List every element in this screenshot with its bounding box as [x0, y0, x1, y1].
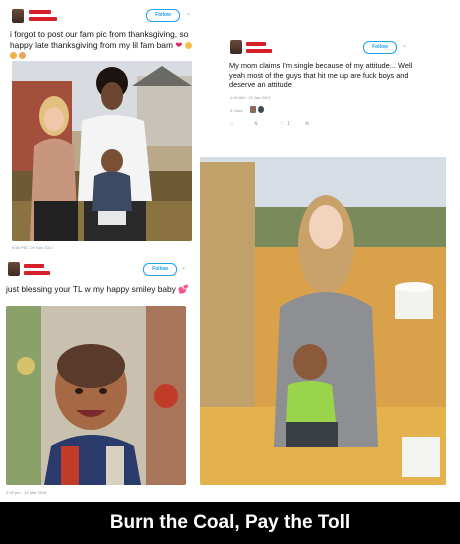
tweet-body: i forgot to post our fam pic from thanks…: [10, 29, 189, 50]
tweet-timestamp[interactable]: 5:56 PM - 29 Nov 2017: [12, 245, 53, 250]
chevron-down-icon[interactable]: ⌄: [181, 264, 186, 272]
redacted-username: [24, 271, 50, 275]
avatar[interactable]: [8, 262, 20, 276]
tweet-text: just blessing your TL w my happy smiley …: [6, 284, 192, 295]
reply-icon[interactable]: ○: [230, 121, 233, 127]
redacted-username: [246, 49, 272, 53]
emoji-icon: [19, 52, 27, 60]
follow-button[interactable]: Follow: [143, 263, 177, 276]
tweet-photo[interactable]: [200, 157, 446, 485]
chevron-down-icon[interactable]: ⌄: [402, 42, 407, 50]
redacted-display-name: [29, 10, 51, 14]
redacted-username: [29, 17, 57, 21]
emoji-icon: [184, 41, 192, 49]
reply-count: 1: [287, 121, 290, 127]
heart-emoji: ❤: [175, 39, 183, 50]
tweet-timestamp[interactable]: 1:03 AM - 15 Jan 2019: [230, 95, 270, 100]
tweet-timestamp[interactable]: 3:59 pm - 13 Mar 2018: [6, 490, 46, 495]
redacted-display-name: [246, 42, 266, 46]
avatar[interactable]: [12, 9, 24, 23]
tweet-photo[interactable]: [6, 306, 186, 485]
avatar[interactable]: [230, 40, 242, 54]
liker-avatar[interactable]: [258, 106, 264, 113]
baby-photo-illustration: [6, 306, 186, 485]
message-icon[interactable]: ✉: [305, 121, 309, 127]
tweet-actions: ○ ⇅ ♡ 1 ✉: [230, 121, 420, 129]
retweet-icon[interactable]: ⇅: [254, 121, 258, 127]
pumpkin-patch-photo-illustration: [200, 157, 446, 485]
follow-button[interactable]: Follow: [146, 9, 180, 22]
caption-text: Burn the Coal, Pay the Toll: [109, 512, 351, 533]
tweet-photo[interactable]: [12, 61, 192, 241]
tweet-text: My mom claims I'm single because of my a…: [229, 61, 413, 90]
liker-avatar[interactable]: [250, 106, 256, 113]
chevron-down-icon[interactable]: ⌄: [186, 10, 191, 18]
likes-row: 3 Likes: [230, 106, 420, 116]
tweet-body: just blessing your TL w my happy smiley …: [6, 284, 176, 294]
hearts-emoji: 💕: [178, 284, 189, 294]
emoji-icon: [10, 52, 17, 60]
like-icon[interactable]: ♡: [280, 121, 284, 127]
family-photo-illustration: [12, 61, 192, 241]
tweet-text: i forgot to post our fam pic from thanks…: [10, 29, 194, 61]
caption-banner: Burn the Coal, Pay the Toll: [0, 502, 460, 544]
follow-button[interactable]: Follow: [363, 41, 397, 54]
likes-count[interactable]: 3 Likes: [230, 108, 243, 113]
redacted-display-name: [24, 264, 44, 268]
